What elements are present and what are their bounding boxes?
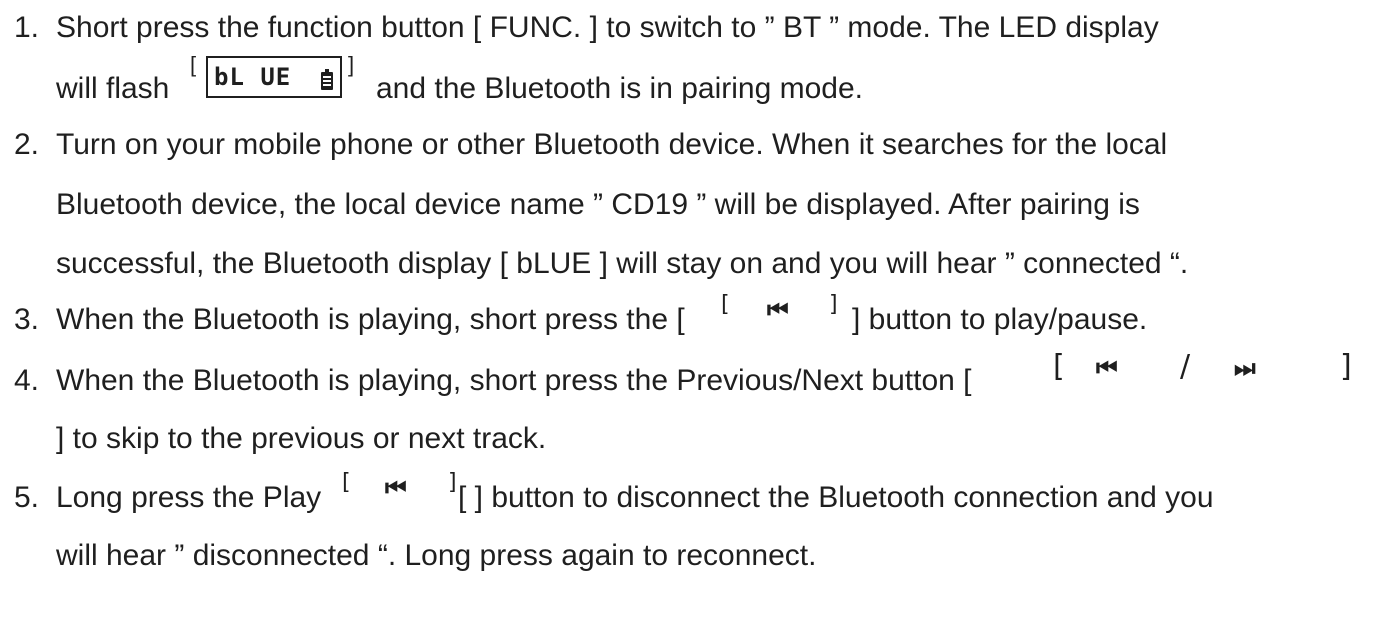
step-3-number: 3. [14,303,40,336]
step-4-number: 4. [14,364,40,397]
step-2-text-line-3: successful, the Bluetooth display [ bLUE… [56,247,1189,280]
step-1-text-line-2-after: and the Bluetooth is in pairing mode. [376,72,863,105]
instruction-list: 1. Short press the function button [ FUN… [0,0,1378,633]
step-2-text-line-2: Bluetooth device, the local device name … [56,188,1140,221]
battery-icon [321,69,333,90]
lcd-frame: bL UE [206,56,342,98]
step-1-text-line-1: Short press the function button [ FUNC. … [56,11,1159,44]
step-4-open-bracket: [ [1053,349,1065,384]
next-track-icon: ⏭ [1234,354,1256,382]
step-4-close-bracket: ] [1340,349,1352,384]
step-1-number: 1. [14,11,40,44]
lcd-text-blue: bL UE [214,63,292,91]
step-3-text-before: When the Bluetooth is playing, short pre… [56,303,685,336]
step-3-close-bracket: ] [829,292,838,317]
step-5-text-before: Long press the Play [56,481,322,514]
previous-track-icon: ⏮ [385,474,407,502]
lcd-open-bracket: [ [190,52,197,77]
step-5-number: 5. [14,481,40,514]
previous-track-icon: ⏮ [767,296,789,324]
step-5-open-bracket: [ [342,470,351,495]
step-5-text-line-2: will hear ” disconnected “. Long press a… [56,539,817,572]
step-4-text-line-2: ] to skip to the previous or next track. [56,422,547,455]
step-5-text-after: [ ] button to disconnect the Bluetooth c… [458,481,1214,514]
previous-track-icon: ⏮ [1096,354,1118,382]
step-3-open-bracket: [ [721,292,730,317]
step-2-text-line-1: Turn on your mobile phone or other Bluet… [56,128,1168,161]
step-4-text-before: When the Bluetooth is playing, short pre… [56,364,972,397]
step-4-separator: / [1180,349,1191,384]
step-5-close-bracket: ] [448,470,457,495]
lcd-close-bracket: ] [348,52,355,77]
step-3-text-after: ] button to play/pause. [852,303,1148,336]
step-2-number: 2. [14,128,40,161]
step-1-text-line-2-before: will flash [56,72,170,105]
